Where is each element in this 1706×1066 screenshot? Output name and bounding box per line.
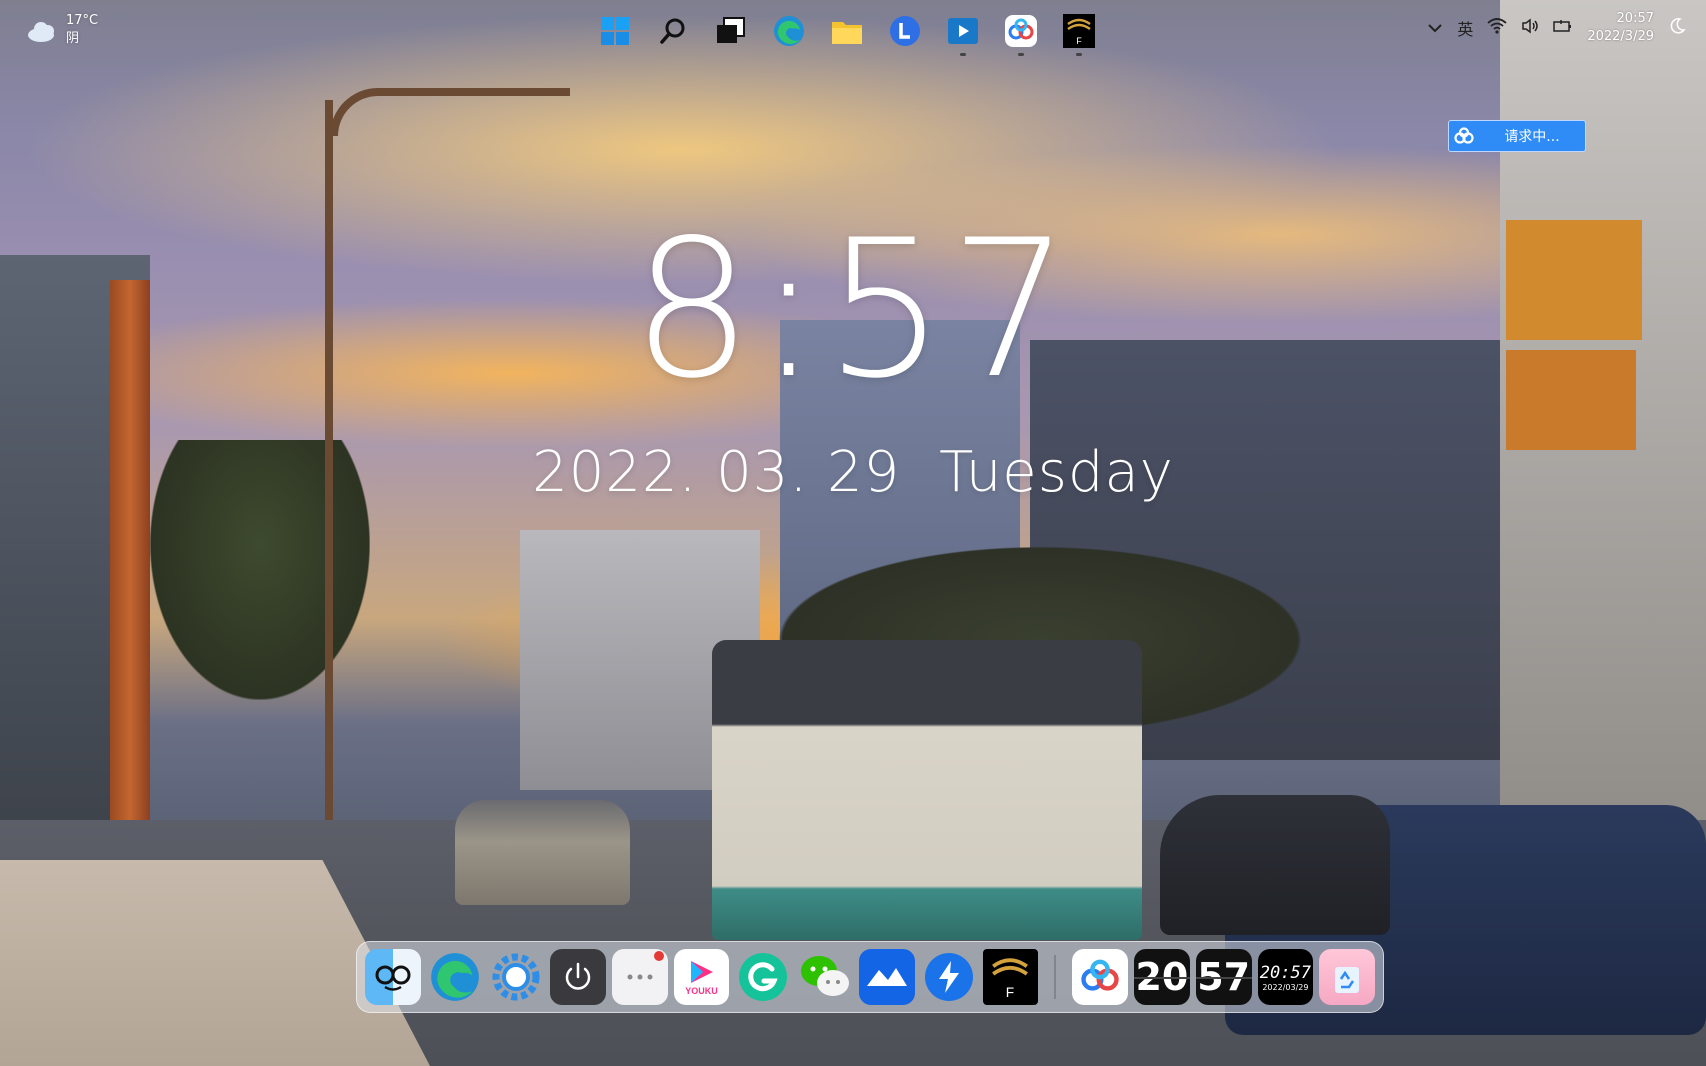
notification-badge bbox=[653, 951, 664, 961]
lockscreen-date-row: 2022. 03. 29 Tuesday bbox=[0, 440, 1706, 505]
taskbar: F bbox=[596, 12, 1098, 56]
recycle-bin-icon[interactable] bbox=[1319, 949, 1375, 1005]
lockscreen-date: 2022. 03. 29 bbox=[532, 440, 901, 505]
messages-dots-icon[interactable] bbox=[611, 949, 668, 1005]
search-icon[interactable] bbox=[654, 12, 692, 50]
cloud-icon bbox=[24, 20, 58, 42]
bus bbox=[712, 640, 1142, 940]
car-dark-right bbox=[1160, 795, 1390, 935]
moon-icon[interactable] bbox=[1668, 17, 1686, 39]
task-view-icon[interactable] bbox=[712, 12, 750, 50]
svg-text:F: F bbox=[1006, 985, 1014, 1000]
youku-icon[interactable]: YOUKU bbox=[673, 949, 730, 1005]
video-player-icon[interactable] bbox=[944, 12, 982, 56]
chevron-up-icon[interactable] bbox=[1427, 18, 1443, 39]
thunder-icon[interactable] bbox=[921, 949, 977, 1005]
file-explorer-icon[interactable] bbox=[828, 12, 866, 50]
weather-temperature: 17°C bbox=[66, 13, 99, 28]
edge-icon[interactable] bbox=[427, 949, 483, 1005]
wifi-icon[interactable] bbox=[1487, 18, 1507, 38]
mini-clock-time: 20:57 bbox=[1259, 962, 1311, 983]
f-app-icon[interactable]: F bbox=[1060, 12, 1098, 56]
lark-icon[interactable] bbox=[859, 949, 915, 1005]
system-tray: 英 20:57 2022/3/29 bbox=[1427, 10, 1686, 46]
request-status-label: 请求中... bbox=[1504, 129, 1560, 145]
settings-gear-icon[interactable] bbox=[488, 949, 544, 1005]
lamp-arm bbox=[330, 88, 570, 136]
lockscreen-weekday: Tuesday bbox=[939, 440, 1174, 505]
request-status-popup[interactable]: 请求中... bbox=[1448, 120, 1586, 152]
edge-icon[interactable] bbox=[770, 12, 808, 50]
grammarly-icon[interactable] bbox=[735, 949, 791, 1005]
windows-start-icon[interactable] bbox=[596, 12, 634, 50]
tray-clock[interactable]: 20:57 2022/3/29 bbox=[1587, 10, 1654, 46]
battery-icon[interactable] bbox=[1553, 18, 1573, 38]
lenovo-l-icon[interactable] bbox=[886, 12, 924, 50]
mini-clock-date: 2022/03/29 bbox=[1262, 982, 1309, 992]
weather-widget[interactable]: 17°C 阴 bbox=[24, 12, 98, 48]
wechat-icon[interactable] bbox=[797, 949, 853, 1005]
power-icon[interactable] bbox=[550, 949, 606, 1005]
dock: YOUKU F 20 57 20:57 2022/03/29 bbox=[356, 941, 1384, 1013]
f-app-icon[interactable]: F bbox=[982, 949, 1039, 1005]
flip-clock-minute[interactable]: 57 bbox=[1195, 949, 1252, 1005]
flip-clock-hour[interactable]: 20 bbox=[1134, 949, 1190, 1005]
wallpaper bbox=[0, 0, 1706, 1066]
baidu-netdisk-icon bbox=[1449, 127, 1479, 145]
tray-time: 20:57 bbox=[1616, 11, 1654, 26]
ime-indicator[interactable]: 英 bbox=[1457, 16, 1473, 40]
youku-label: YOUKU bbox=[685, 986, 718, 996]
mini-clock-widget[interactable]: 20:57 2022/03/29 bbox=[1257, 949, 1314, 1005]
taxi bbox=[455, 800, 630, 905]
weather-condition: 阴 bbox=[66, 31, 80, 46]
baidu-netdisk-icon[interactable] bbox=[1072, 949, 1129, 1005]
svg-text:F: F bbox=[1076, 36, 1082, 46]
baidu-netdisk-icon[interactable] bbox=[1002, 12, 1040, 56]
tray-date: 2022/3/29 bbox=[1587, 29, 1654, 44]
lockscreen-time: 8:57 bbox=[631, 199, 1075, 420]
dock-separator bbox=[1054, 955, 1057, 999]
volume-icon[interactable] bbox=[1521, 18, 1539, 38]
finder-face-icon[interactable] bbox=[365, 949, 421, 1005]
